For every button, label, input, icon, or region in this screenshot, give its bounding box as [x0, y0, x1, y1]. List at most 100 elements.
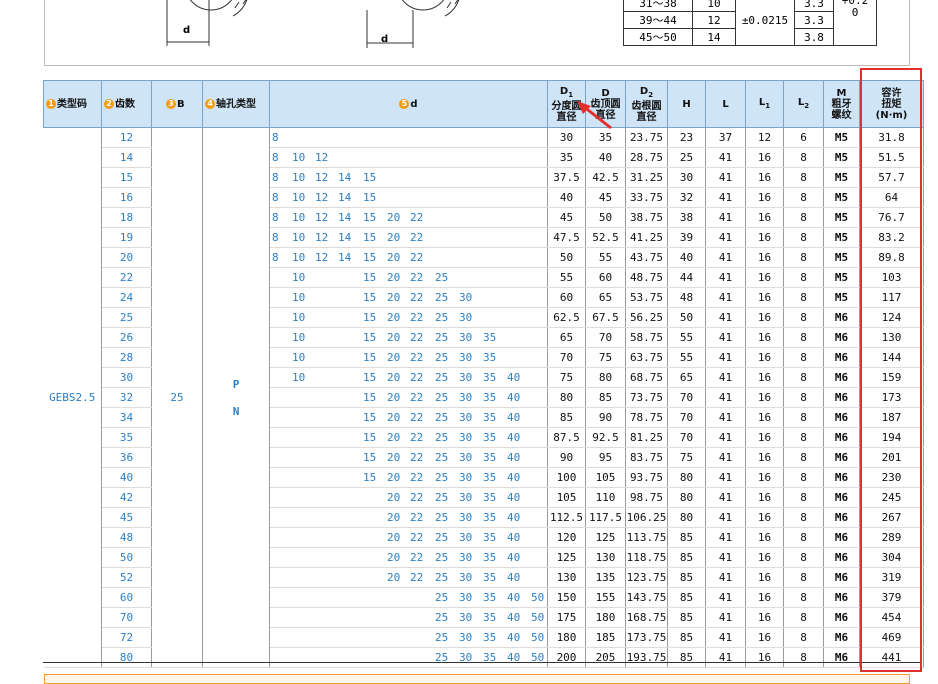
l1-cell: 16 [745, 527, 784, 548]
teeth-cell: 42 [101, 487, 152, 508]
d-option: 22 [410, 231, 424, 244]
h-cell: 40 [667, 247, 706, 268]
d-option: 15 [363, 391, 377, 404]
d-option: 20 [387, 531, 401, 544]
d-option: 20 [387, 371, 401, 384]
d-option: 22 [410, 531, 424, 544]
d2-cell: 33.75 [625, 187, 668, 208]
dd-cell: 110 [585, 487, 626, 508]
teeth-cell: 52 [101, 567, 152, 588]
d-options-cell: 20 22 25 30 35 40 [269, 507, 548, 528]
d-option: 22 [410, 551, 424, 564]
d-option: 22 [410, 511, 424, 524]
d-option: 22 [410, 471, 424, 484]
d-option: 14 [338, 231, 352, 244]
d-option: 25 [435, 351, 449, 364]
l1-cell: 16 [745, 587, 784, 608]
h-cell: 80 [667, 487, 706, 508]
d-option: 8 [272, 131, 279, 144]
tolerance-range: 45〜50 [623, 28, 693, 46]
d1-cell: 112.5 [547, 507, 586, 528]
dd-cell: 105 [585, 467, 626, 488]
d-option: 25 [435, 271, 449, 284]
d-option: 35 [483, 531, 497, 544]
h-cell: 85 [667, 627, 706, 648]
d2-cell: 98.75 [625, 487, 668, 508]
l1-cell: 16 [745, 307, 784, 328]
d-options-cell: 10 15 20 22 25 30 35 [269, 347, 548, 368]
d-option: 15 [363, 171, 377, 184]
d1-cell: 100 [547, 467, 586, 488]
teeth-cell: 72 [101, 627, 152, 648]
l1-cell: 16 [745, 567, 784, 588]
m-cell: M6 [823, 647, 860, 668]
d1-cell: 180 [547, 627, 586, 648]
d-options-cell: 15 20 22 25 30 35 40 [269, 447, 548, 468]
d-options-cell: 8 10 12 14 15 20 22 [269, 227, 548, 248]
teeth-cell: 48 [101, 527, 152, 548]
d-option: 40 [507, 491, 521, 504]
col-bore-type: 4 轴孔类型 [202, 80, 270, 128]
d-option: 20 [387, 231, 401, 244]
d-option: 20 [387, 251, 401, 264]
dd-cell: 45 [585, 187, 626, 208]
d-option: 22 [410, 211, 424, 224]
l1-cell: 16 [745, 207, 784, 228]
d1-cell: 30 [547, 127, 586, 148]
d-option: 50 [531, 591, 545, 604]
h-cell: 80 [667, 507, 706, 528]
d1-cell: 120 [547, 527, 586, 548]
d-option: 14 [338, 171, 352, 184]
d1-cell: 90 [547, 447, 586, 468]
m-cell: M6 [823, 407, 860, 428]
d-option: 30 [459, 391, 473, 404]
h-cell: 50 [667, 307, 706, 328]
d-option: 40 [507, 611, 521, 624]
l-cell: 41 [705, 167, 746, 188]
d-option: 22 [410, 411, 424, 424]
h-cell: 85 [667, 607, 706, 628]
bore-tolerance-table: 31〜38 10 ±0.0215 3.3 +0.2 0 39〜44 12 3.3… [623, 0, 877, 46]
d-options-cell: 25 30 35 40 50 [269, 627, 548, 648]
tolerance-key: 12 [692, 11, 736, 29]
drawing-panel: d d 31〜38 10 ±0.0215 3.3 +0.2 0 39〜44 12… [44, 0, 910, 66]
d-options-cell: 25 30 35 40 50 [269, 587, 548, 608]
teeth-cell: 14 [101, 147, 152, 168]
teeth-cell: 32 [101, 387, 152, 408]
m-cell: M6 [823, 367, 860, 388]
d-option: 22 [410, 451, 424, 464]
d1-cell: 60 [547, 287, 586, 308]
l-cell: 41 [705, 647, 746, 668]
dd-cell: 125 [585, 527, 626, 548]
d1-cell: 80 [547, 387, 586, 408]
d1-cell: 55 [547, 267, 586, 288]
l1-cell: 16 [745, 647, 784, 668]
d1-cell: 50 [547, 247, 586, 268]
d-option: 12 [315, 191, 329, 204]
l-cell: 41 [705, 247, 746, 268]
m-cell: M6 [823, 347, 860, 368]
dd-cell: 85 [585, 387, 626, 408]
d-option: 8 [272, 191, 279, 204]
l1-cell: 16 [745, 627, 784, 648]
h-cell: 44 [667, 267, 706, 288]
d-option: 15 [363, 451, 377, 464]
d2-cell: 68.75 [625, 367, 668, 388]
l-cell: 41 [705, 427, 746, 448]
l1-cell: 16 [745, 187, 784, 208]
spec-table-body: GEBS2.5 12 25 P N 8 30 35 23.75 23 37 12 6 M5 31.8 14 8 1… [43, 127, 924, 668]
h-cell: 32 [667, 187, 706, 208]
dd-cell: 180 [585, 607, 626, 628]
d1-cell: 200 [547, 647, 586, 668]
d2-cell: 168.75 [625, 607, 668, 628]
tolerance-key: 14 [692, 28, 736, 46]
l1-cell: 16 [745, 427, 784, 448]
d-option: 25 [435, 391, 449, 404]
col-type-code: 1 类型码 [43, 80, 102, 128]
teeth-cell: 50 [101, 547, 152, 568]
d-option: 40 [507, 531, 521, 544]
pointer-arrow-icon [577, 101, 612, 130]
d-option: 30 [459, 571, 473, 584]
d-options-cell: 15 20 22 25 30 35 40 [269, 407, 548, 428]
h-cell: 39 [667, 227, 706, 248]
